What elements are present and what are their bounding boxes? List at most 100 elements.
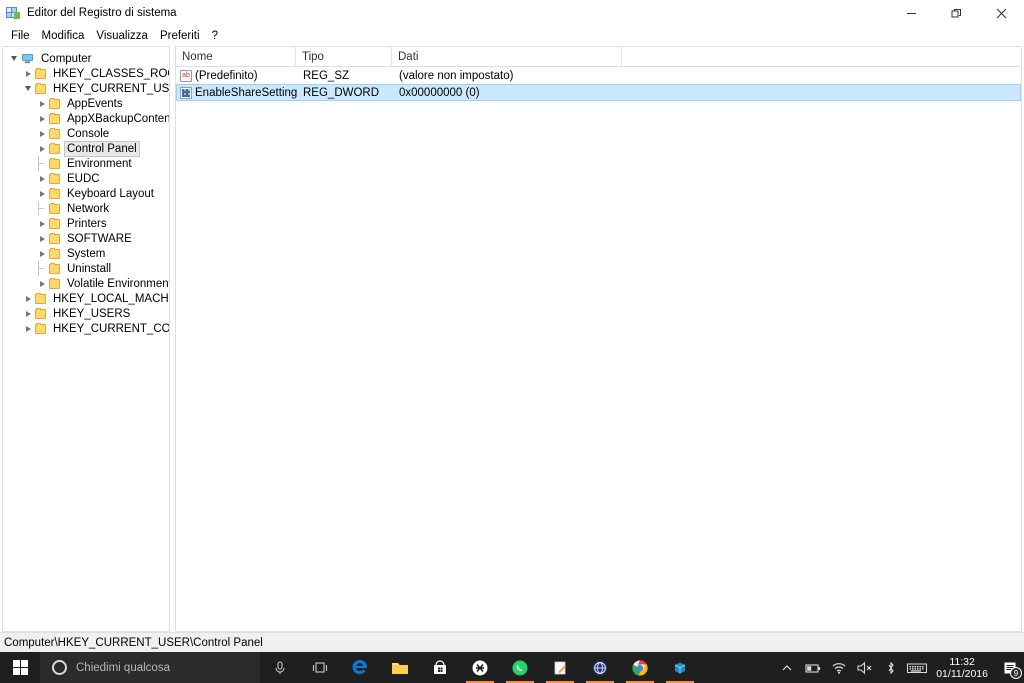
touch-keyboard-icon[interactable] [904,652,930,683]
chevron-right-icon[interactable] [35,216,49,231]
column-header-tipo[interactable]: Tipo [296,47,392,66]
microphone-icon[interactable] [260,652,300,683]
tree-item-label: AppEvents [67,97,123,110]
tree-item-uninstall[interactable]: Uninstall [3,261,169,276]
battery-icon[interactable] [800,652,826,683]
action-center-button[interactable]: 9 [996,652,1024,683]
chrome-icon[interactable] [620,652,660,683]
status-bar: Computer\HKEY_CURRENT_USER\Control Panel [0,632,1024,652]
folder-icon [49,187,60,199]
tree-item-control-panel[interactable]: Control Panel [3,140,169,157]
close-icon [996,8,1007,18]
table-row[interactable]: EnableShareSettings REG_DWORD 0x00000000 (… [176,84,1021,101]
chevron-right-icon[interactable] [35,231,49,246]
registry-editor-window: Editor del Registro di sistema File Modi… [0,0,1024,652]
blue-globe-icon[interactable] [580,652,620,683]
search-placeholder: Chiedimi qualcosa [76,661,170,674]
chevron-right-icon[interactable] [35,276,49,291]
tree-item-computer[interactable]: Computer [3,51,169,66]
microsoft-store-icon[interactable] [420,652,460,683]
table-row[interactable]: (Predefinito) REG_SZ (valore non impostato… [176,67,1021,84]
value-name: (Predefinito) [195,69,258,82]
tree-leaf-connector [35,261,49,276]
chevron-right-icon[interactable] [35,111,49,126]
tree-item-label: HKEY_CLASSES_ROOT [53,67,169,80]
tree-item-printers[interactable]: Printers [3,216,169,231]
tree-item-hkey-users[interactable]: HKEY_USERS [3,306,169,321]
folder-icon [49,202,60,214]
folder-icon [49,262,60,274]
folder-icon [35,292,46,304]
tree-item-hkey-classes-root[interactable]: HKEY_CLASSES_ROOT [3,66,169,81]
menu-item-modifica[interactable]: Modifica [36,27,91,46]
tree-item-label: HKEY_USERS [53,307,131,320]
volume-muted-icon[interactable] [852,652,878,683]
tree-item-environment[interactable]: Environment [3,156,169,171]
menu-item-help[interactable]: ? [206,27,224,46]
notepad-icon[interactable] [540,652,580,683]
start-button[interactable] [0,652,40,683]
edge-icon[interactable] [340,652,380,683]
folder-icon [35,307,46,319]
chevron-right-icon[interactable] [21,306,35,321]
minimize-button[interactable] [889,0,934,26]
chevron-down-icon[interactable] [7,51,21,66]
window-title: Editor del Registro di sistema [27,7,177,19]
chevron-right-icon[interactable] [21,291,35,306]
bluetooth-icon[interactable] [878,652,904,683]
registry-values-pane[interactable]: Nome Tipo Dati (Predefinito) REG_SZ (valor… [175,46,1022,632]
tree-item-hkey-local-machine[interactable]: HKEY_LOCAL_MACHINE [3,291,169,306]
title-bar[interactable]: Editor del Registro di sistema [0,0,1024,26]
app-dark-icon[interactable] [460,652,500,683]
tree-item-keyboard-layout[interactable]: Keyboard Layout [3,186,169,201]
chevron-right-icon[interactable] [21,66,35,81]
chevron-right-icon[interactable] [21,321,35,336]
registry-editor-taskbar-icon[interactable] [660,652,700,683]
menu-item-visualizza[interactable]: Visualizza [90,27,154,46]
menu-item-preferiti[interactable]: Preferiti [154,27,206,46]
windows-start-icon [12,660,28,675]
tree-item-system[interactable]: System [3,246,169,261]
column-header-spacer [622,47,1021,66]
chevron-down-icon[interactable] [21,81,35,96]
value-name-cell: EnableShareSettings [177,86,297,99]
folder-icon [49,172,60,184]
menu-item-file[interactable]: File [5,27,36,46]
tree-item-hkey-current-config[interactable]: HKEY_CURRENT_CONFIG [3,321,169,336]
whatsapp-icon[interactable] [500,652,540,683]
show-hidden-icons-icon[interactable] [774,652,800,683]
tree-item-hkey-current-user[interactable]: HKEY_CURRENT_USER [3,81,169,96]
chevron-right-icon[interactable] [35,246,49,261]
folder-icon [49,142,60,154]
tree-item-label: AppXBackupContentType [67,112,170,125]
tree-item-appxbackupcontenttype[interactable]: AppXBackupContentType [3,111,169,126]
tree-item-volatile-environment[interactable]: Volatile Environment [3,276,169,291]
tree-item-appevents[interactable]: AppEvents [3,96,169,111]
tree-item-network[interactable]: Network [3,201,169,216]
chevron-right-icon[interactable] [35,141,49,156]
tree-item-console[interactable]: Console [3,126,169,141]
value-data: (valore non impostato) [399,69,514,82]
menu-bar: File Modifica Visualizza Preferiti ? [0,26,1024,46]
tree-item-eudc[interactable]: EUDC [3,171,169,186]
notification-badge: 9 [1010,667,1022,679]
close-button[interactable] [979,0,1024,26]
tree-item-label: Volatile Environment [67,277,170,290]
chevron-right-icon[interactable] [35,126,49,141]
chevron-right-icon[interactable] [35,171,49,186]
wifi-icon[interactable] [826,652,852,683]
restore-button[interactable] [934,0,979,26]
value-type: REG_DWORD [303,86,380,99]
task-view-icon[interactable] [300,652,340,683]
file-explorer-icon[interactable] [380,652,420,683]
tree-item-software[interactable]: SOFTWARE [3,231,169,246]
chevron-right-icon[interactable] [35,186,49,201]
registry-editor-icon [5,5,21,21]
folder-icon [35,322,46,334]
taskbar-clock[interactable]: 11:32 01/11/2016 [930,652,996,683]
registry-tree-pane[interactable]: Computer HKEY_CLASSES_ROOT HKEY_CURRENT_US… [2,46,170,632]
search-input[interactable]: Chiedimi qualcosa [40,652,260,683]
chevron-right-icon[interactable] [35,96,49,111]
column-header-dati[interactable]: Dati [392,47,622,66]
column-header-nome[interactable]: Nome [176,47,296,66]
